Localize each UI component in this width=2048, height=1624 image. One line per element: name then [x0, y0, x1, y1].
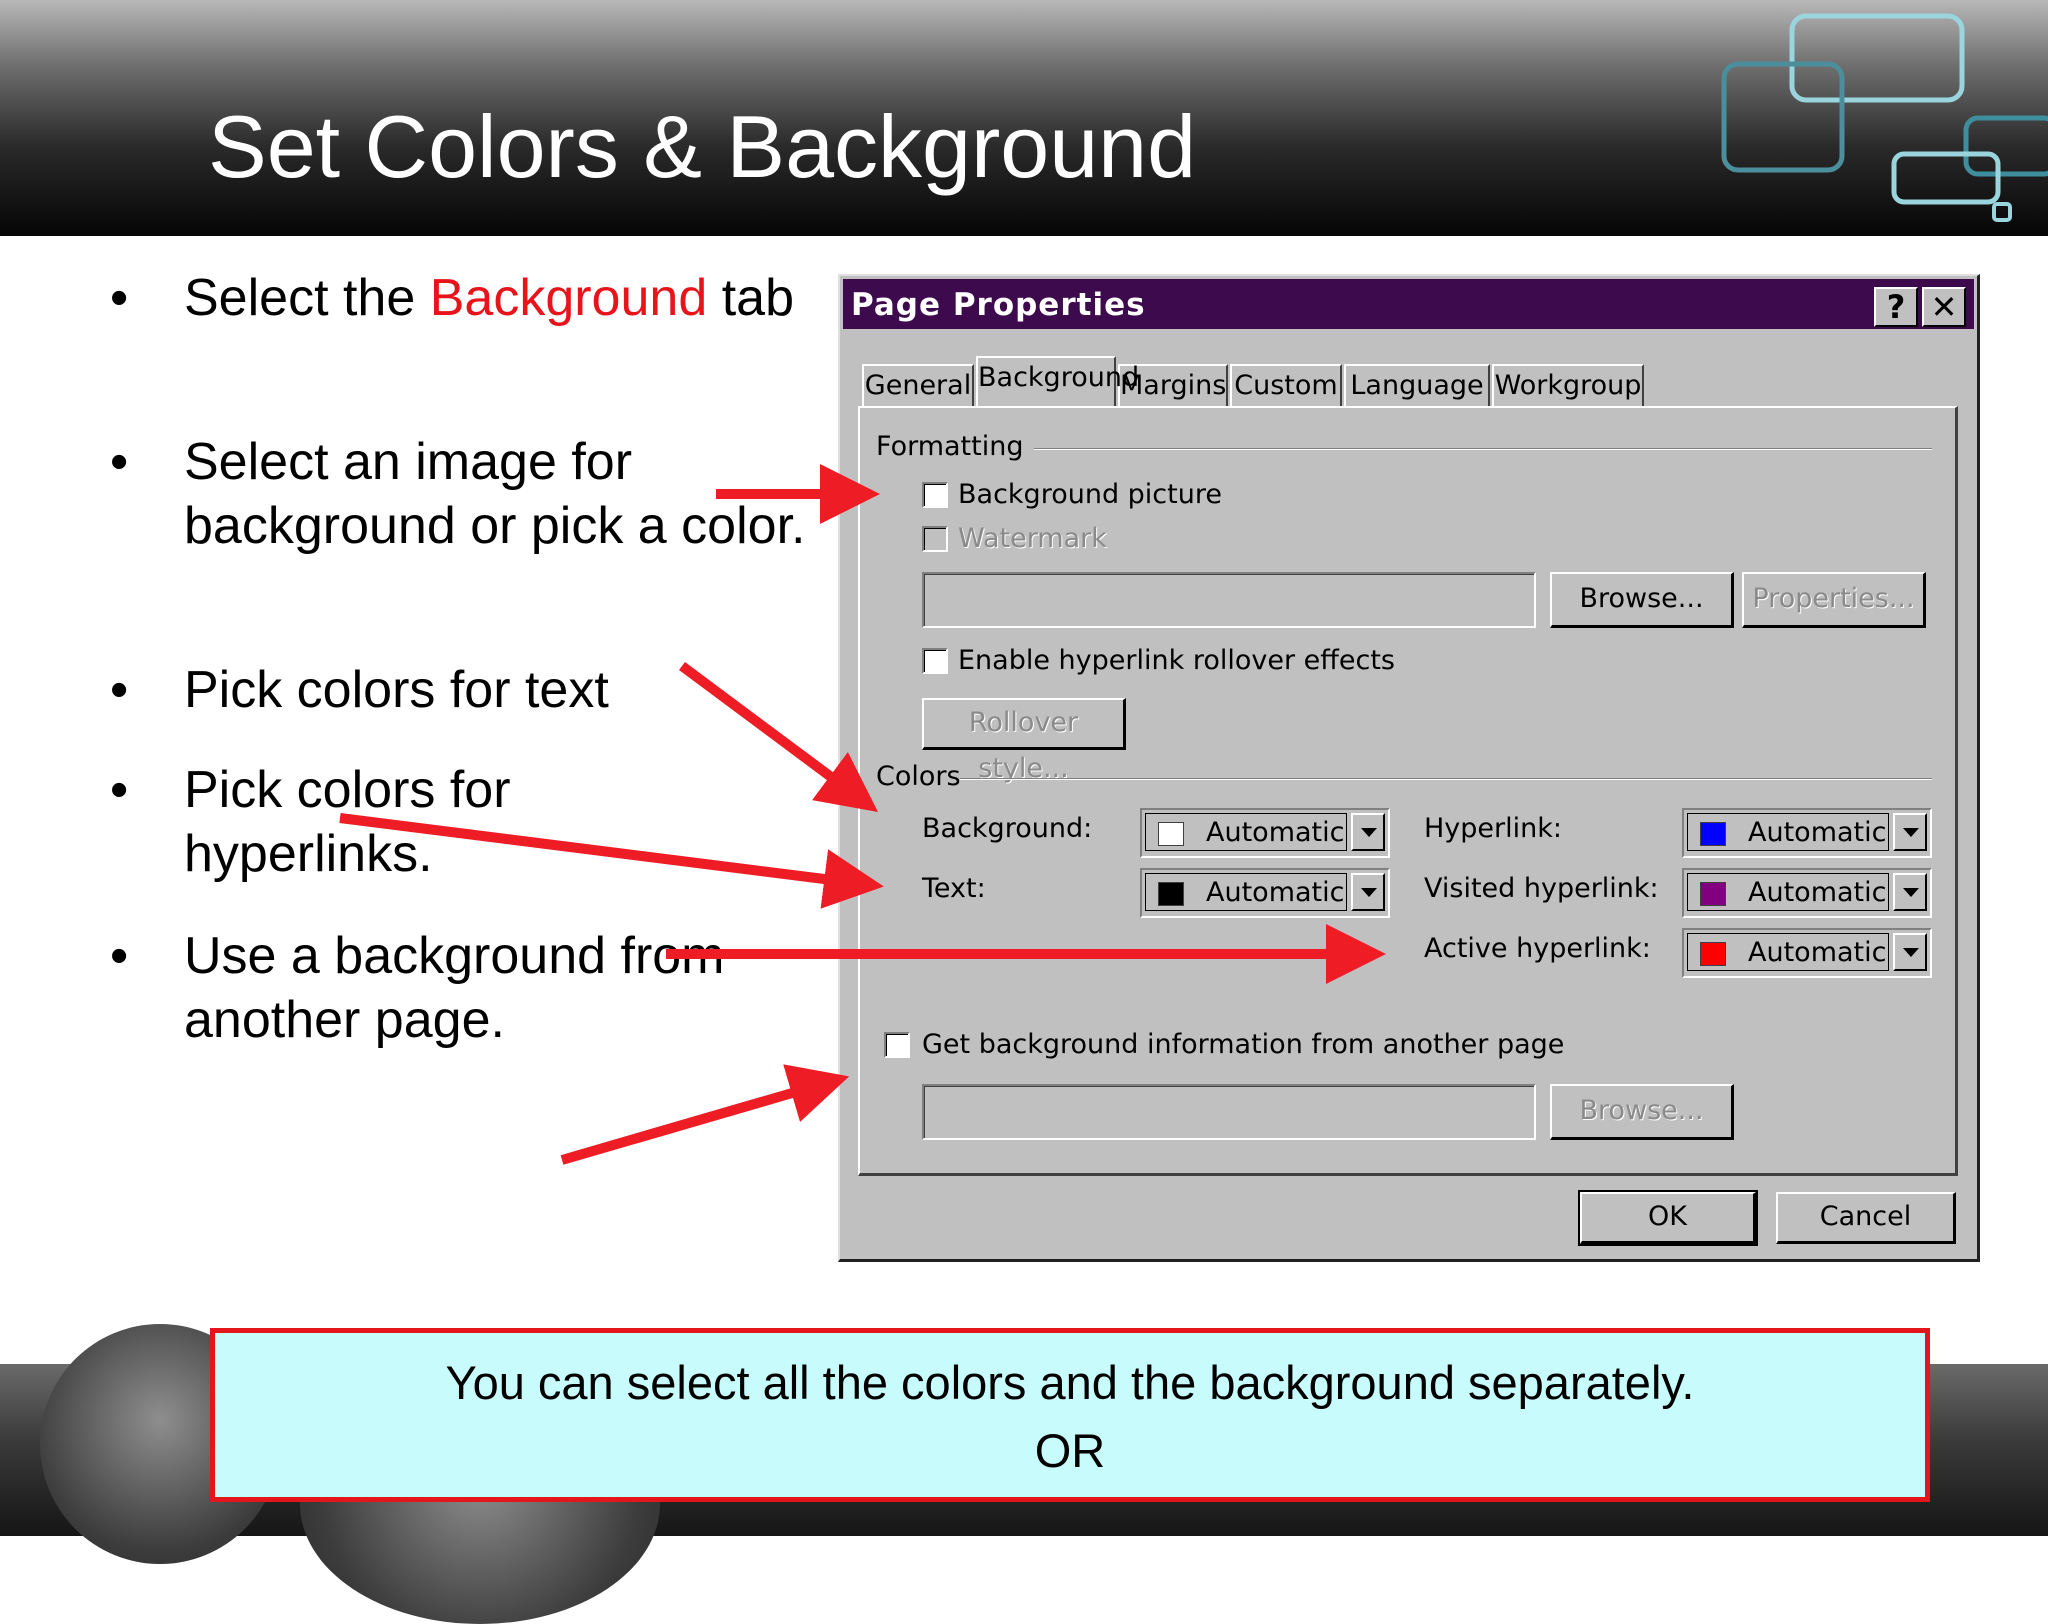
- note-box: You can select all the colors and the ba…: [210, 1328, 1930, 1502]
- arrow-to-background-color: [679, 661, 879, 812]
- arrow-to-text-color: [339, 813, 884, 909]
- annotation-arrows: [339, 464, 1386, 1165]
- note-line-1: You can select all the colors and the ba…: [445, 1356, 1695, 1409]
- tab-background[interactable]: Background: [976, 356, 1139, 406]
- note-line-2: OR: [1034, 1424, 1106, 1477]
- arrow-to-other-page: [560, 1064, 850, 1165]
